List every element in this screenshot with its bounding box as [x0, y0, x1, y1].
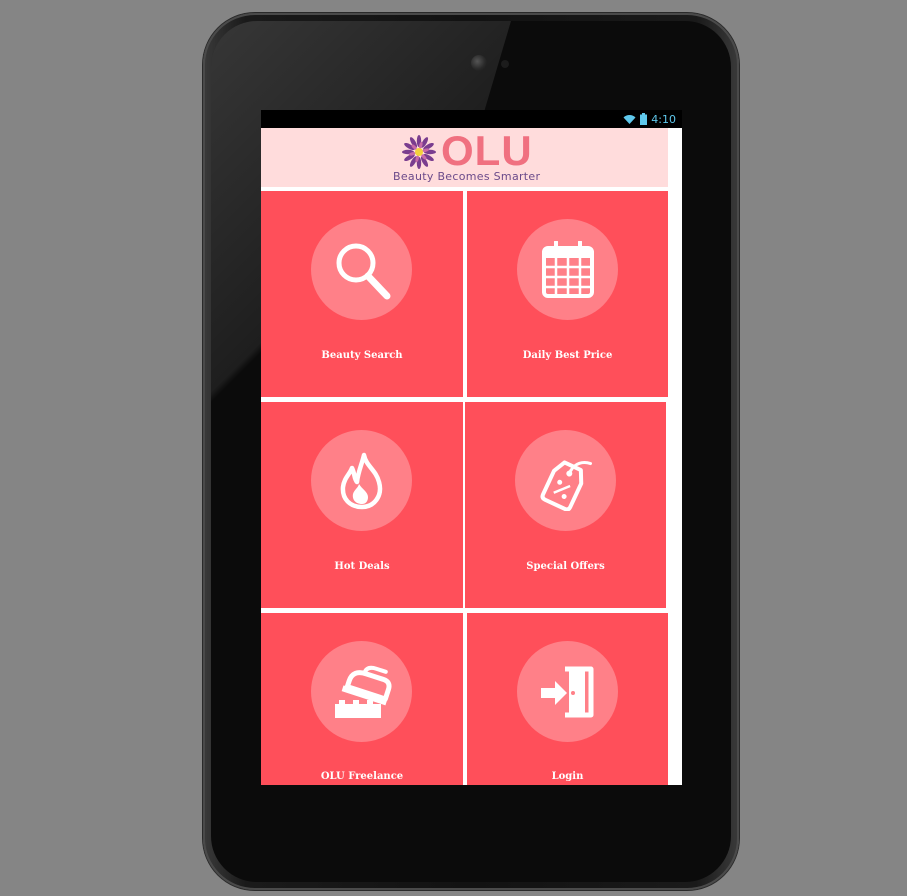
login-door-icon	[540, 666, 593, 717]
tile-label: Special Offers	[526, 561, 605, 572]
front-camera	[471, 55, 487, 71]
right-edge-strip	[668, 128, 682, 785]
tile-label: Daily Best Price	[522, 350, 613, 361]
flame-icon	[340, 452, 382, 509]
tile-icon-circle	[311, 641, 412, 742]
tile-icon-circle	[311, 430, 412, 531]
app-header: OLU Beauty Becomes Smarter	[261, 128, 668, 187]
tile-olu-freelance[interactable]: OLU Freelance	[261, 613, 463, 785]
tile-label: Login	[551, 771, 584, 782]
device-screen: 4:10 OLU Beauty Becomes Smarter Beauty S…	[261, 110, 682, 785]
tile-label: Beauty Search	[321, 350, 403, 361]
search-icon	[336, 243, 390, 299]
tile-icon-circle	[515, 430, 616, 531]
tile-beauty-search[interactable]: Beauty Search	[261, 191, 463, 397]
app-content: OLU Beauty Becomes Smarter Beauty Search	[261, 128, 682, 785]
tile-label: Hot Deals	[334, 561, 390, 572]
battery-icon	[640, 113, 648, 125]
app-tagline: Beauty Becomes Smarter	[393, 170, 541, 183]
tile-hot-deals[interactable]: Hot Deals	[261, 402, 463, 608]
iron-icon	[334, 665, 392, 718]
tile-login[interactable]: Login	[467, 613, 668, 785]
wifi-icon	[623, 114, 636, 124]
flower-logo-icon	[402, 135, 436, 169]
percent-tag-icon	[540, 459, 592, 511]
tile-icon-circle	[517, 641, 618, 742]
status-bar: 4:10	[261, 110, 682, 128]
tile-label: OLU Freelance	[320, 771, 404, 782]
tile-icon-circle	[517, 219, 618, 320]
tile-icon-circle	[311, 219, 412, 320]
tile-daily-best-price[interactable]: Daily Best Price	[467, 191, 668, 397]
app-logo: OLU	[441, 127, 533, 174]
light-sensor	[501, 60, 509, 68]
tile-special-offers[interactable]: Special Offers	[465, 402, 666, 608]
calendar-icon	[541, 240, 594, 298]
status-time: 4:10	[651, 112, 676, 126]
